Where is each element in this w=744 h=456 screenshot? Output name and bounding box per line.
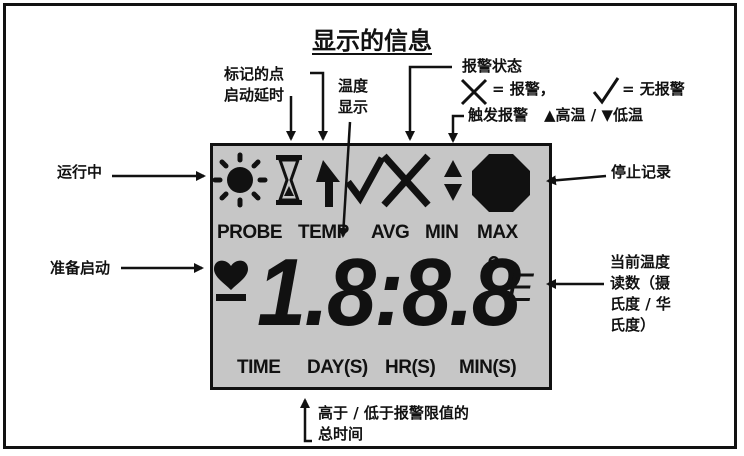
legend-x-icon bbox=[460, 78, 488, 106]
callout-arrows bbox=[112, 65, 607, 443]
diagram-root: 显示的信息 标记的点 启动延时 温度 显示 报警状态 = 报警， = 无报警 触… bbox=[0, 0, 744, 456]
stop-octagon-icon bbox=[472, 154, 530, 212]
check-icon bbox=[345, 156, 386, 205]
up-arrow-icon bbox=[316, 160, 340, 207]
heart-icon bbox=[214, 260, 248, 290]
x-icon bbox=[381, 153, 431, 208]
up-down-triangle-icon bbox=[444, 160, 462, 201]
icons-and-arrows bbox=[112, 65, 620, 443]
minus-sign-icon bbox=[216, 294, 246, 301]
sun-icon bbox=[212, 152, 268, 208]
legend-check-icon bbox=[592, 77, 620, 105]
hourglass-icon bbox=[276, 155, 302, 205]
